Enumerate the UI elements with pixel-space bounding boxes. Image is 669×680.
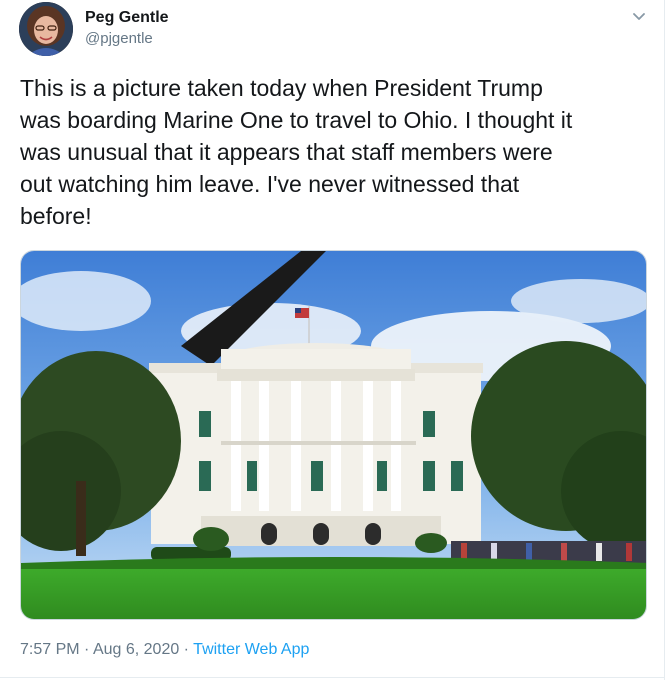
divider: [664, 0, 665, 680]
tweet-time[interactable]: 7:57 PM: [20, 641, 80, 658]
tweet-date[interactable]: Aug 6, 2020: [93, 641, 179, 658]
avatar[interactable]: [19, 2, 73, 56]
tweet-photo[interactable]: [20, 250, 647, 620]
tweet-meta: 7:57 PM · Aug 6, 2020 · Twitter Web App: [20, 640, 309, 660]
source-app-link[interactable]: Twitter Web App: [193, 641, 309, 658]
separator: ·: [79, 641, 93, 658]
display-name[interactable]: Peg Gentle: [85, 8, 169, 28]
tweet-text: This is a picture taken today when Presi…: [20, 75, 573, 229]
divider: [0, 677, 664, 678]
separator: ·: [179, 641, 194, 658]
tweet-card: Peg Gentle @pjgentle This is a picture t…: [0, 0, 669, 680]
user-handle[interactable]: @pjgentle: [85, 30, 153, 48]
chevron-down-icon[interactable]: [630, 8, 648, 26]
